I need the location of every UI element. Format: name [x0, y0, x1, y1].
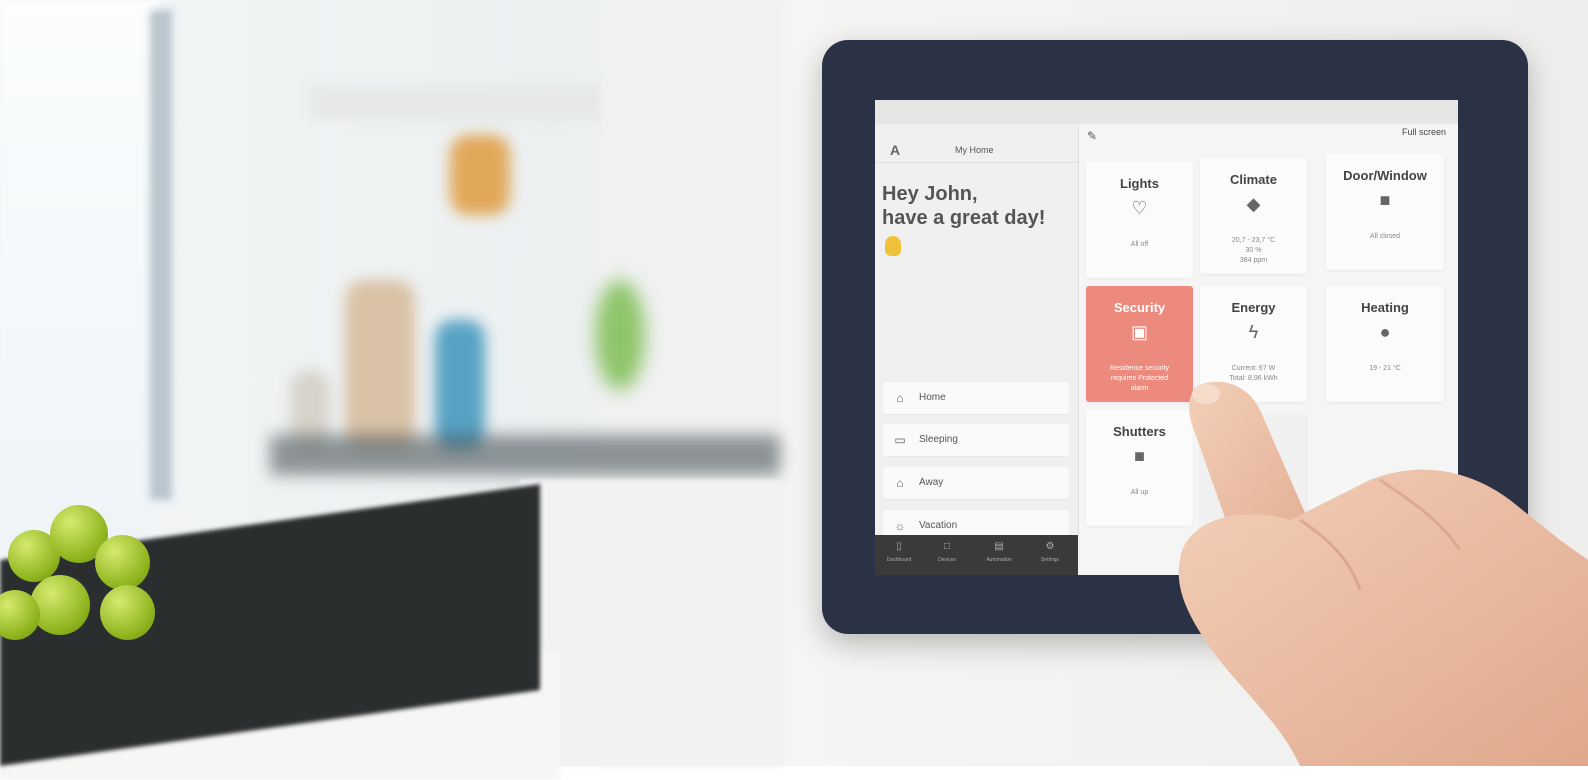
window: [0, 0, 160, 560]
tile-title: Lights: [1120, 176, 1159, 191]
bottle: [345, 280, 415, 450]
tile-title: Security: [1113, 300, 1166, 315]
tile-value: Residence security requires Protected al…: [1109, 365, 1170, 392]
dashboard-main: ✎ Full screen Lights ♡ All off Climate ◆…: [1079, 124, 1458, 575]
apple: [100, 585, 155, 640]
tile-title: Audio: [1236, 428, 1271, 443]
scene-item-sleeping[interactable]: ▭ Sleeping: [883, 424, 1069, 456]
tile-value: All off: [1130, 241, 1149, 248]
tile-value: 19 - 21 °C: [1369, 365, 1401, 372]
app-logo-icon[interactable]: A: [887, 142, 903, 158]
greeting-line-1: Hey John,: [882, 183, 978, 205]
scene-item-home[interactable]: ⌂ Home: [883, 382, 1069, 414]
tile-title: Door/Window: [1343, 168, 1427, 183]
tab-label: Settings: [1040, 557, 1060, 563]
tile-title: Heating: [1361, 300, 1409, 315]
scene-label: Away: [919, 477, 944, 488]
waving-hand-icon: [885, 236, 901, 256]
greeting-line-2: have a great day!: [882, 207, 1046, 229]
tile-value: Current: 67 W Total: 8,96 kWh: [1229, 365, 1278, 382]
greeting: Hey John, have a great day!: [882, 182, 1072, 230]
tile-lights[interactable]: Lights ♡ All off: [1086, 162, 1193, 278]
sidebar-header: A My Home: [875, 138, 1078, 163]
apple: [30, 575, 90, 635]
apple: [95, 535, 150, 590]
alarm-icon: ▣: [1130, 322, 1148, 342]
bulb-icon: ♡: [1131, 198, 1148, 218]
scene-label: Vacation: [919, 520, 958, 531]
sun-icon: ☼: [894, 519, 906, 533]
shutter-icon: ■: [1134, 446, 1145, 466]
bed-icon: ▭: [894, 433, 906, 447]
tile-value: 20,7 - 23,7 °C 30 % 384 ppm: [1231, 237, 1276, 264]
scene-label: Home: [919, 392, 946, 403]
bottle: [435, 320, 485, 450]
device-icon: □: [943, 541, 951, 552]
bolt-icon: ϟ: [1248, 322, 1259, 342]
tab-label: Dashboard: [886, 557, 912, 563]
leaf-icon: ◆: [1246, 194, 1261, 214]
tile-title: Shutters: [1113, 424, 1166, 439]
tile-value: All closed: [1370, 233, 1400, 240]
window-icon: ■: [1379, 190, 1391, 210]
scene-label: Sleeping: [919, 434, 958, 445]
tab-label: Devices: [938, 557, 956, 563]
bottle: [450, 135, 510, 215]
tab-devices[interactable]: □ Devices: [927, 541, 967, 571]
thermometer-icon: ●: [1379, 322, 1391, 342]
tab-dashboard[interactable]: ▯ Dashboard: [879, 541, 919, 571]
bottom-tab-bar: ▯ Dashboard □ Devices ▤ Automation ⚙ Set…: [875, 535, 1078, 575]
fullscreen-button[interactable]: Full screen: [1402, 127, 1446, 137]
tile-title: Climate: [1230, 172, 1277, 187]
phone-icon: ▯: [896, 541, 902, 552]
tile-energy[interactable]: Energy ϟ Current: 67 W Total: 8,96 kWh: [1200, 286, 1307, 402]
tile-climate[interactable]: Climate ◆ 20,7 - 23,7 °C 30 % 384 ppm: [1200, 158, 1307, 274]
tab-settings[interactable]: ⚙ Settings: [1030, 541, 1070, 571]
edit-pencil-icon[interactable]: ✎: [1087, 129, 1097, 143]
back-counter: [270, 435, 780, 475]
gear-icon: ⚙: [1045, 541, 1055, 552]
tablet-screen: A My Home Hey John, have a great day! ⌂ …: [875, 100, 1458, 575]
away-house-icon: ⌂: [896, 476, 904, 490]
tile-heating[interactable]: Heating ● 19 - 21 °C: [1326, 286, 1444, 402]
sidebar-title: My Home: [955, 145, 994, 155]
tab-automation[interactable]: ▤ Automation: [979, 541, 1019, 571]
tile-title: Energy: [1231, 300, 1276, 315]
tab-label: Automation: [986, 557, 1012, 563]
automation-icon: ▤: [994, 541, 1004, 552]
tile-value: All up: [1130, 489, 1149, 496]
plant: [595, 280, 645, 390]
sidebar: A My Home Hey John, have a great day! ⌂ …: [875, 124, 1079, 542]
tile-security[interactable]: Security ▣ Residence security requires P…: [1086, 286, 1193, 402]
house-icon: ⌂: [896, 391, 904, 405]
tile-audio[interactable]: Audio: [1200, 414, 1307, 530]
status-bar: [875, 100, 1458, 124]
window-frame: [150, 10, 172, 500]
fruit-bowl: [0, 490, 170, 660]
tile-door-window[interactable]: Door/Window ■ All closed: [1326, 154, 1444, 270]
tile-shutters[interactable]: Shutters ■ All up: [1086, 410, 1193, 526]
main-header: ✎ Full screen: [1079, 124, 1458, 146]
scene-item-away[interactable]: ⌂ Away: [883, 467, 1069, 499]
